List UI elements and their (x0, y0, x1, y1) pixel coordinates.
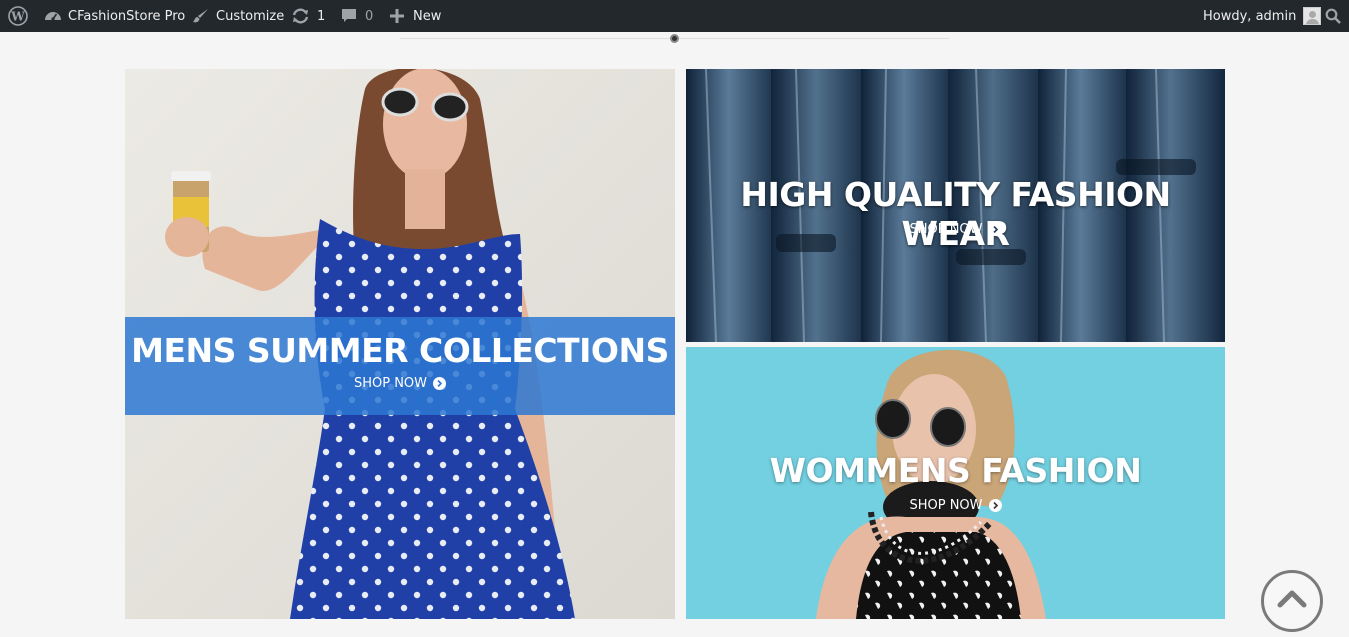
banner-title: HIGH QUALITY FASHION WEAR (740, 175, 1171, 253)
plus-icon (390, 9, 404, 23)
banner-womens-fashion[interactable]: WOMMENS FASHION SHOP NOW (686, 347, 1225, 619)
my-account-menu[interactable]: Howdy, admin (1203, 0, 1322, 32)
shop-now-link[interactable]: SHOP NOW (686, 222, 1225, 237)
new-label: New (413, 8, 442, 24)
banner-mens-summer[interactable]: MENS SUMMER COLLECTIONS SHOP NOW (125, 69, 675, 619)
new-content-menu[interactable]: New (390, 0, 441, 32)
search-icon (1325, 8, 1341, 24)
updates-icon (291, 7, 310, 25)
chevron-right-icon (433, 377, 447, 390)
avatar (1303, 7, 1322, 25)
shop-now-label: SHOP NOW (353, 376, 428, 391)
chevron-right-icon (988, 223, 1002, 236)
admin-search[interactable] (1325, 0, 1341, 32)
chevron-right-icon (988, 499, 1002, 512)
customize-link[interactable]: Customize (192, 0, 284, 32)
greeting: Howdy, admin (1203, 8, 1297, 24)
site-name: CFashionStore Pro (68, 8, 186, 24)
wordpress-icon: W (8, 6, 28, 26)
dashboard-icon (44, 7, 62, 25)
divider-dot (670, 34, 679, 43)
wp-logo-menu[interactable]: W (8, 0, 28, 32)
brush-icon (192, 7, 210, 25)
svg-text:W: W (10, 10, 25, 24)
shop-now-label: SHOP NOW (909, 498, 983, 513)
banner-title: MENS SUMMER COLLECTIONS (131, 331, 669, 370)
updates-link[interactable]: 1 (291, 0, 325, 32)
chevron-up-icon (1277, 589, 1307, 613)
site-name-menu[interactable]: CFashionStore Pro (44, 0, 185, 32)
customize-label: Customize (216, 8, 285, 24)
shop-now-link[interactable]: SHOP NOW (125, 376, 675, 391)
comments-count: 0 (365, 8, 374, 24)
shop-now-label: SHOP NOW (909, 222, 983, 237)
banner-title: WOMMENS FASHION (769, 451, 1142, 490)
admin-bar: W CFashionStore Pro Customize 1 0 New Ho… (0, 0, 1349, 32)
shop-now-link[interactable]: SHOP NOW (686, 498, 1225, 513)
comments-link[interactable]: 0 (341, 0, 373, 32)
back-to-top-button[interactable] (1261, 570, 1323, 632)
comment-icon (341, 8, 357, 24)
banner-high-quality[interactable]: HIGH QUALITY FASHION WEAR SHOP NOW (686, 69, 1225, 342)
updates-count: 1 (317, 8, 326, 24)
